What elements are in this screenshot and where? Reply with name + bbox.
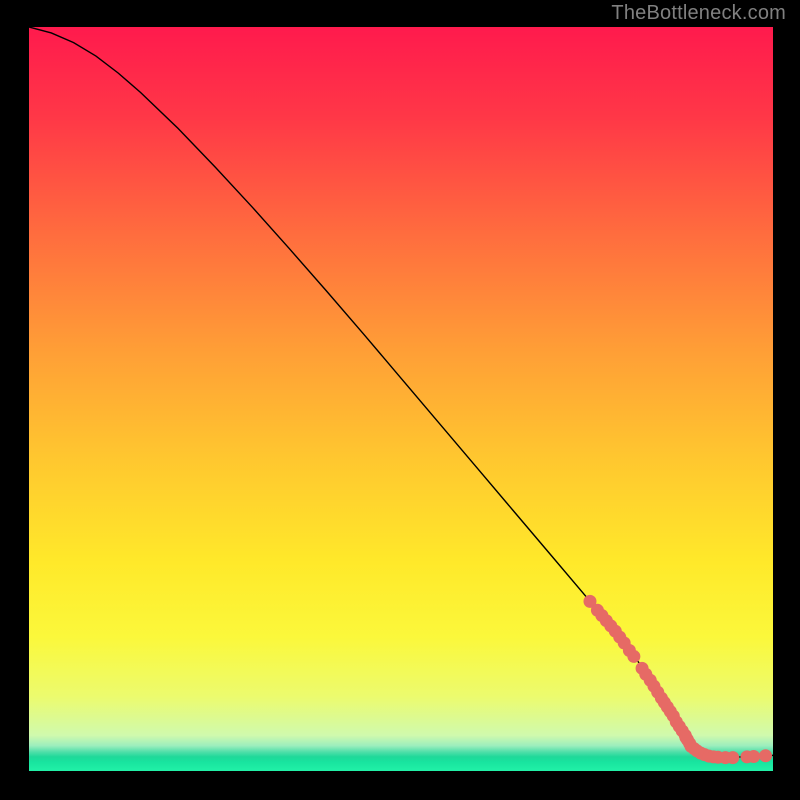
plot-svg (29, 27, 773, 771)
chart-frame: TheBottleneck.com (0, 0, 800, 800)
gradient-background (29, 27, 773, 771)
scatter-point (726, 751, 739, 764)
scatter-point (627, 650, 640, 663)
scatter-point (747, 750, 760, 763)
scatter-point (759, 749, 772, 762)
plot-area (29, 27, 773, 771)
attribution-label: TheBottleneck.com (611, 2, 786, 25)
